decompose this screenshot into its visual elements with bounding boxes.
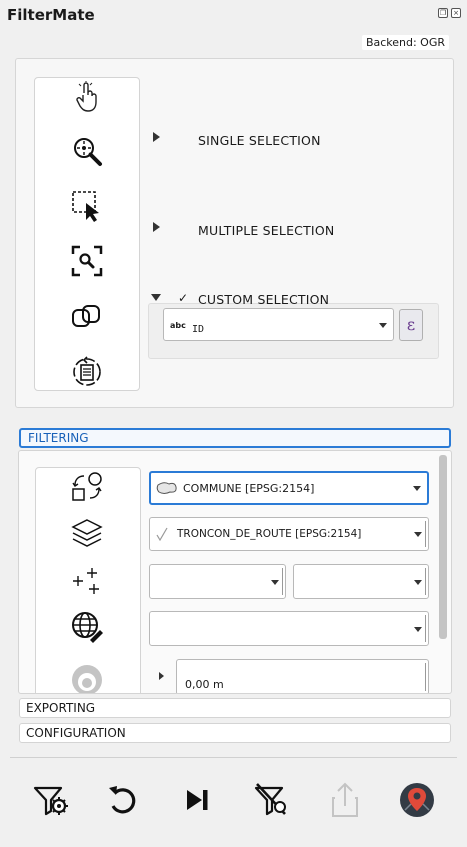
layer-transform-icon[interactable] [70, 470, 104, 504]
identify-icon[interactable] [70, 300, 104, 334]
zoom-extent-icon[interactable] [70, 244, 104, 278]
layers-stack-icon[interactable] [70, 516, 104, 550]
chevron-down-icon [413, 486, 421, 491]
target-layer-combo[interactable]: TRONCON_DE_ROUTE [EPSG:2154] [149, 517, 429, 551]
export-icon[interactable] [325, 780, 365, 820]
close-icon[interactable]: × [451, 8, 461, 18]
filter-settings-icon[interactable] [31, 780, 71, 820]
field-type-icon: abc [170, 321, 186, 330]
window-buttons: ❐ × [438, 8, 461, 18]
custom-selection-check-icon[interactable]: ✓ [178, 291, 188, 305]
source-layer-combo[interactable]: COMMUNE [EPSG:2154] [149, 471, 429, 505]
single-selection-arrow-icon[interactable] [153, 132, 160, 142]
unfilter-icon[interactable] [251, 780, 291, 820]
single-selection-label[interactable]: SINGLE SELECTION [198, 133, 321, 148]
spinbox-separator [425, 663, 426, 691]
combo-separator [425, 615, 426, 642]
selection-panel: SINGLE SELECTION MULTIPLE SELECTION ✓ CU… [15, 58, 454, 408]
buffer-circle-icon[interactable] [70, 660, 104, 694]
line-layer-icon [156, 527, 168, 541]
tab-filtering[interactable]: FILTERING [19, 428, 451, 448]
geometry-combo[interactable] [149, 611, 429, 646]
zoom-target-icon[interactable] [70, 134, 104, 168]
restore-icon[interactable]: ❐ [438, 8, 448, 18]
expression-builder-button[interactable]: ε [399, 309, 423, 341]
multiple-selection-arrow-icon[interactable] [153, 222, 160, 232]
source-layer-value: COMMUNE [EPSG:2154] [183, 482, 315, 495]
pointer-hand-icon[interactable] [70, 81, 104, 115]
multiple-selection-label[interactable]: MULTIPLE SELECTION [198, 223, 334, 238]
filtering-panel: COMMUNE [EPSG:2154] TRONCON_DE_ROUTE [EP… [18, 450, 452, 694]
chevron-down-icon [379, 322, 387, 328]
selection-icon-column [34, 77, 140, 391]
select-rect-icon[interactable] [70, 189, 104, 223]
skip-next-icon[interactable] [178, 780, 218, 820]
map-pin-icon[interactable] [397, 780, 437, 820]
predicate-right-combo[interactable] [293, 564, 429, 599]
predicate-left-combo[interactable] [149, 564, 286, 599]
chevron-down-icon [414, 626, 422, 632]
chevron-down-icon [271, 579, 279, 585]
sync-refresh-icon[interactable] [70, 354, 104, 388]
buffer-expand-icon[interactable] [159, 672, 164, 680]
combo-separator [425, 521, 426, 547]
field-value: ID [192, 324, 205, 335]
backend-label: Backend: OGR [361, 35, 449, 50]
app-title: FilterMate [7, 6, 95, 24]
tab-exporting[interactable]: EXPORTING [19, 698, 451, 718]
field-expression-combo[interactable]: abc ID [163, 308, 394, 341]
custom-selection-arrow-icon[interactable] [151, 294, 161, 301]
combo-separator [282, 568, 283, 595]
buffer-distance-value: 0,00 m [185, 678, 224, 691]
globe-edit-icon[interactable] [70, 610, 104, 644]
add-points-icon[interactable] [70, 564, 104, 598]
toolbar-divider [10, 757, 457, 758]
undo-icon[interactable] [104, 780, 144, 820]
buffer-distance-spinbox[interactable]: 0,00 m [176, 659, 429, 693]
filtering-scrollbar[interactable] [439, 455, 447, 639]
chevron-down-icon [414, 532, 422, 537]
target-layer-value: TRONCON_DE_ROUTE [EPSG:2154] [177, 528, 362, 540]
tab-configuration[interactable]: CONFIGURATION [19, 723, 451, 743]
chevron-down-icon [414, 579, 422, 585]
filtering-icon-column [35, 467, 141, 694]
polygon-layer-icon [156, 482, 177, 494]
custom-selection-label[interactable]: CUSTOM SELECTION [198, 292, 329, 307]
combo-separator [425, 568, 426, 595]
